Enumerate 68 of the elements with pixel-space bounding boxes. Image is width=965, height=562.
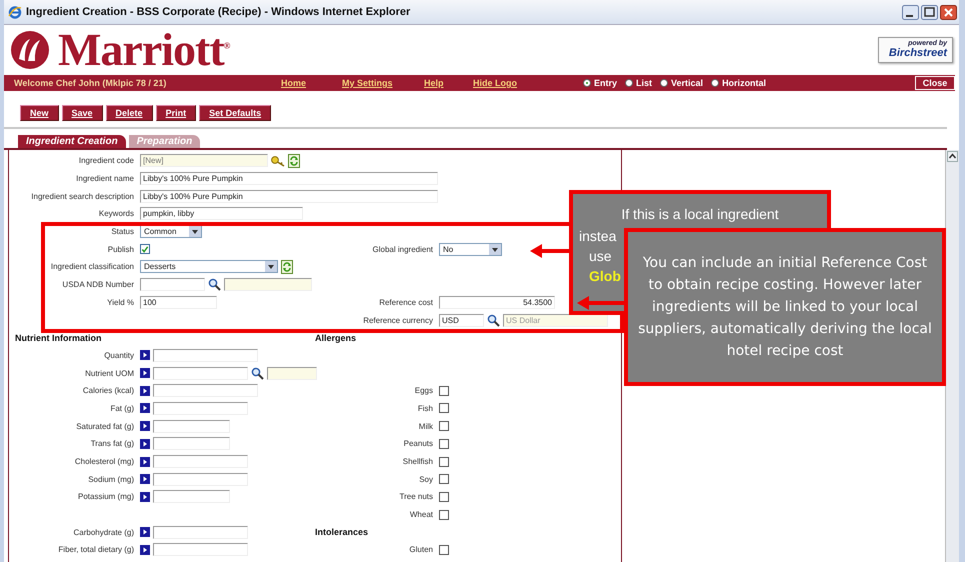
field-label: Fiber, total dietary (g) <box>57 545 134 554</box>
field-label: Keywords <box>98 209 134 218</box>
text-field[interactable]: [New] <box>140 154 268 168</box>
field-label: USDA NDB Number <box>61 280 134 290</box>
field-label: Ingredient code <box>78 156 134 166</box>
logo-wordmark: Marriott$^{®}$ <box>58 27 231 73</box>
toolbar-button[interactable]: Set Defaults <box>199 105 272 121</box>
field-label: Global ingredient <box>372 244 433 254</box>
field-label: Reference cost <box>378 298 433 307</box>
nav-link[interactable]: Help <box>424 78 473 88</box>
dropdown[interactable]: Desserts <box>140 260 278 274</box>
section-heading: Allergens <box>315 332 358 343</box>
radio-label: Horizontal <box>722 78 766 88</box>
field-label: Yield % <box>106 298 134 307</box>
field-label: Reference currency <box>362 316 433 325</box>
toolbar-button[interactable]: Print <box>156 105 196 121</box>
field-label: Ingredient classification <box>50 262 134 272</box>
section-heading: Intolerances <box>315 527 370 538</box>
field-label: Fish <box>416 404 433 413</box>
callout-text: use <box>589 247 612 266</box>
field-label: Fat (g) <box>109 404 134 413</box>
window-title: Ingredient Creation - BSS Corporate (Recipe) - Windows Internet Explorer <box>26 6 412 18</box>
nav-link[interactable]: My Settings <box>342 78 424 88</box>
nav-link[interactable]: Home <box>281 78 342 88</box>
tab[interactable]: Ingredient Creation <box>18 135 126 148</box>
field-label: Tree nuts <box>398 492 433 502</box>
toolbar-button[interactable]: Delete <box>106 105 153 121</box>
field-label: Calories (kcal) <box>82 386 134 396</box>
field-label: Nutrient UOM <box>84 368 134 378</box>
radio-label: Vertical <box>671 78 704 88</box>
close-button[interactable]: Close <box>915 76 955 90</box>
text-field[interactable]: 100 <box>140 296 217 309</box>
text-field[interactable]: Libby's 100% Pure Pumpkin <box>140 190 438 203</box>
toolbar-button[interactable]: New <box>20 105 59 121</box>
field-label: Ingredient name <box>75 174 134 184</box>
text-field[interactable]: pumpkin, libby <box>140 207 303 220</box>
field-label: Peanuts <box>402 439 433 448</box>
callout-text: Glob <box>589 267 621 286</box>
text-field[interactable]: USD <box>439 314 484 327</box>
radio-label: Entry <box>594 78 618 88</box>
text-field[interactable]: Libby's 100% Pure Pumpkin <box>140 172 438 186</box>
field-label: Sodium (mg) <box>87 474 134 484</box>
text-field[interactable]: 54.3500 <box>439 296 555 309</box>
toolbar-button[interactable]: Save <box>62 105 103 121</box>
field-label: Shellfish <box>402 457 433 466</box>
field-label: Ingredient search description <box>30 192 134 201</box>
field-label: Status <box>110 227 134 236</box>
field-label: Publish <box>106 244 134 254</box>
dropdown[interactable]: No <box>439 242 502 256</box>
callout-text: If this is a local ingredient <box>621 205 779 224</box>
nav-link[interactable]: Hide Logo <box>473 78 583 88</box>
field-label: Wheat <box>408 510 433 520</box>
field-label: Cholesterol (mg) <box>74 457 134 466</box>
field-label: Soy <box>418 474 433 484</box>
dropdown[interactable]: Common <box>140 225 202 238</box>
welcome-text: Welcome Chef John (Mklpic 78 / 21) <box>14 78 168 88</box>
callout-text: instea <box>579 227 616 246</box>
field-label: Trans fat (g) <box>90 439 134 448</box>
field-label: Eggs <box>414 386 433 396</box>
field-label: Carbohydrate (g) <box>72 528 134 537</box>
callout-text: You can include an initial Reference Cost to obtain recipe costing. However later ingredients will be linked to your local suppliers, automatically deriving the local hotel recipe cost <box>637 254 933 361</box>
field-label: Saturated fat (g) <box>75 422 134 431</box>
field-label: Quantity <box>103 350 134 360</box>
field-label: Potassium (mg) <box>76 492 134 502</box>
badge-brand: Birchstreet <box>888 47 947 59</box>
field-label: Gluten <box>408 545 433 554</box>
radio-label: List <box>636 78 652 88</box>
field-label: Milk <box>418 422 433 431</box>
